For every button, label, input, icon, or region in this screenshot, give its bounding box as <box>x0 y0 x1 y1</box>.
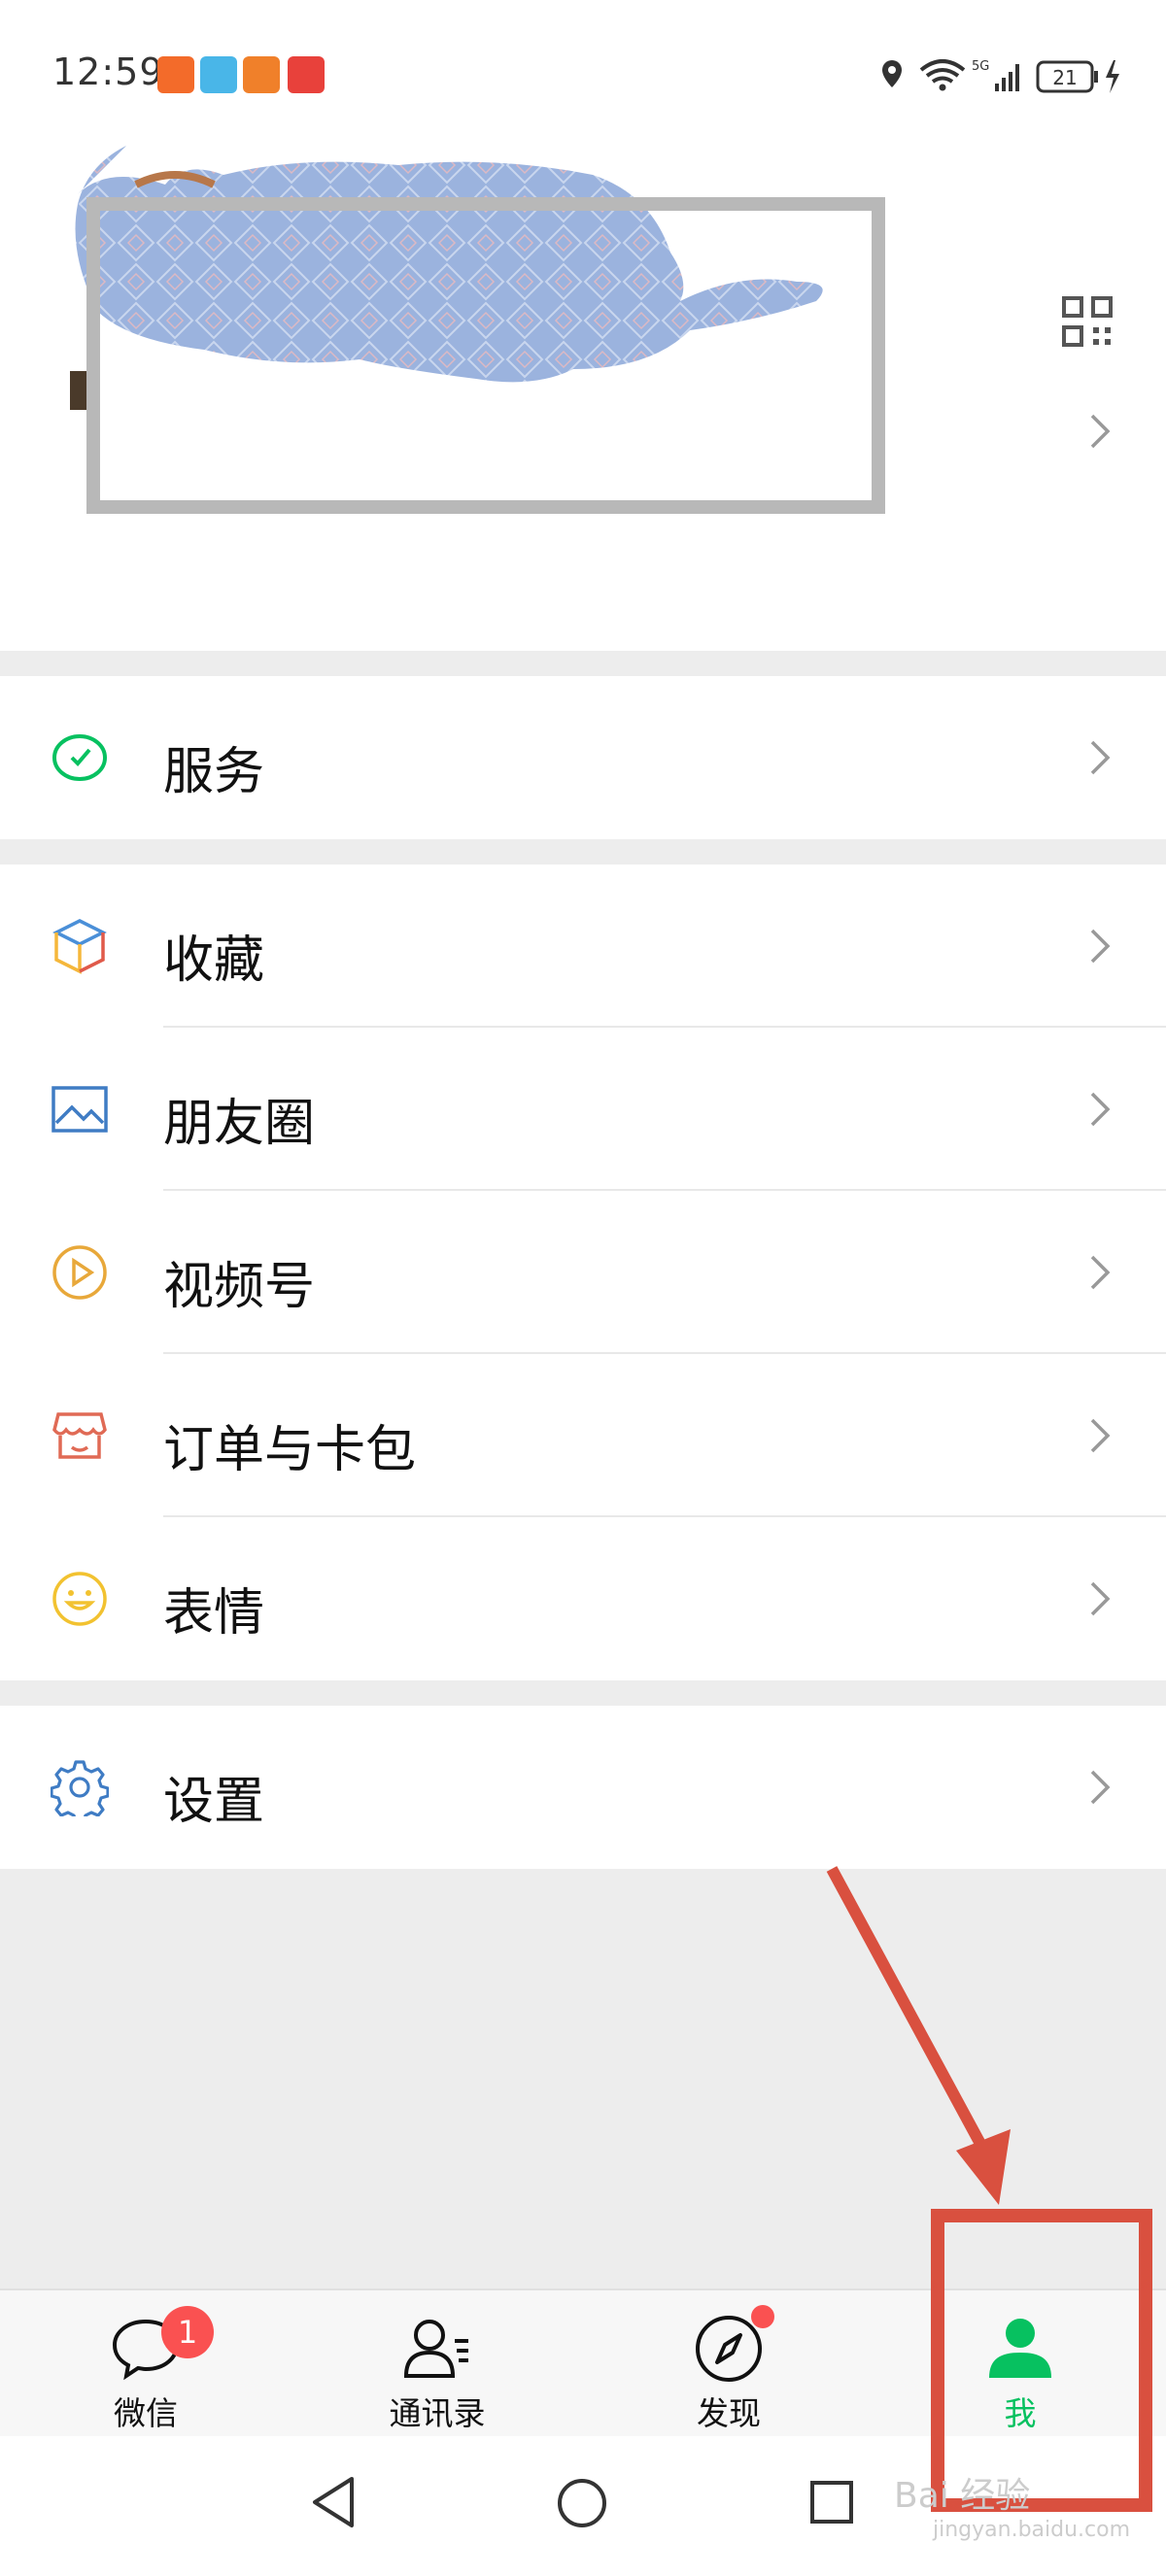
menu-group-services: 服务 <box>0 676 1166 839</box>
menu-item-settings[interactable]: 设置 <box>0 1706 1166 1869</box>
chevron-right-icon <box>1090 1770 1111 1805</box>
contacts-icon <box>403 2320 468 2378</box>
menu-item-stickers[interactable]: 表情 <box>0 1517 1166 1680</box>
menu-item-moments[interactable]: 朋友圈 <box>0 1028 1166 1191</box>
smile-icon <box>52 1572 107 1626</box>
menu-label: 订单与卡包 <box>163 1421 417 1479</box>
tab-label: 发现 <box>697 2394 761 2432</box>
back-icon[interactable] <box>309 2475 358 2529</box>
svg-text:21: 21 <box>1052 66 1077 89</box>
reader-icon <box>200 56 237 93</box>
cube-icon <box>52 919 107 974</box>
menu-group-settings: 设置 <box>0 1706 1166 1869</box>
gear-icon <box>51 1760 109 1816</box>
chevron-right-icon <box>1090 414 1111 449</box>
menu-label: 表情 <box>163 1584 265 1643</box>
menu-item-services[interactable]: 服务 <box>0 676 1166 839</box>
play-circle-icon <box>52 1245 107 1300</box>
chevron-right-icon <box>1090 1418 1111 1453</box>
chevron-right-icon <box>1090 1092 1111 1127</box>
status-time: 12:59 <box>52 51 164 93</box>
menu-group-main: 收藏 朋友圈 视频号 订单与卡包 表情 <box>0 864 1166 1680</box>
tab-label: 微信 <box>114 2394 178 2432</box>
menu-item-orders[interactable]: 订单与卡包 <box>0 1354 1166 1517</box>
tab-discover[interactable]: 发现 <box>583 2290 874 2438</box>
menu-item-channels[interactable]: 视频号 <box>0 1191 1166 1354</box>
unread-badge: 1 <box>161 2306 214 2358</box>
svg-text:5G: 5G <box>972 59 989 74</box>
image-icon <box>51 1086 108 1133</box>
menu-label: 服务 <box>163 743 265 801</box>
chevron-right-icon <box>1090 1255 1111 1290</box>
status-bar: 12:59 5G 21 <box>0 0 1166 146</box>
home-icon[interactable] <box>556 2477 608 2529</box>
chevron-right-icon <box>1090 740 1111 775</box>
recents-icon[interactable] <box>808 2479 855 2525</box>
tab-label: 通讯录 <box>389 2394 486 2432</box>
menu-label: 收藏 <box>163 932 265 990</box>
menu-label: 朋友圈 <box>163 1095 316 1153</box>
menu-label: 视频号 <box>163 1258 316 1316</box>
status-icons: 5G 21 <box>882 59 1119 93</box>
wifi-icon <box>919 59 966 84</box>
chevron-right-icon <box>1090 929 1111 964</box>
tab-contacts[interactable]: 通讯录 <box>292 2290 583 2438</box>
menu-item-favorites[interactable]: 收藏 <box>0 864 1166 1028</box>
redaction-scribble <box>70 146 885 514</box>
chevron-right-icon <box>1090 1581 1111 1616</box>
video-icon <box>288 56 325 93</box>
qr-code-icon[interactable] <box>1061 295 1114 348</box>
shop-icon <box>52 1412 107 1459</box>
signal-icon <box>995 64 1019 91</box>
charging-icon <box>1106 60 1119 93</box>
watermark-logo: Bai 经验 <box>894 2476 1031 2516</box>
profile-header[interactable] <box>0 146 1166 651</box>
kuaishou-icon <box>157 56 194 93</box>
wechat-pay-icon <box>52 734 107 781</box>
tab-chats[interactable]: 1 微信 <box>0 2290 292 2438</box>
menu-label: 设置 <box>163 1773 265 1831</box>
watermark-url: jingyan.baidu.com <box>933 2518 1131 2542</box>
notification-dot <box>751 2305 774 2328</box>
kuaishou-lite-icon <box>243 56 280 93</box>
svg-text:1: 1 <box>178 2314 197 2351</box>
